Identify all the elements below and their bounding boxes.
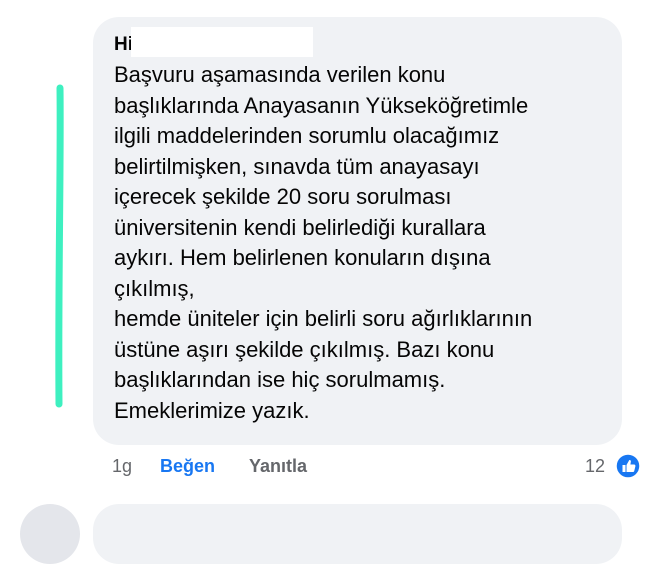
comment-bubble: Hi Başvuru aşamasında verilen konu başlı…	[93, 17, 622, 445]
next-comment-avatar[interactable]	[20, 504, 80, 564]
comment-line: Başvuru aşamasında verilen konu	[114, 62, 446, 87]
comment-line: başlıklarından ise hiç sorulmamış.	[114, 367, 446, 392]
thread-marker-line	[55, 84, 64, 408]
reply-button[interactable]: Yanıtla	[249, 454, 307, 478]
comment-line: belirtilmişken, sınavda tüm anayasayı	[114, 153, 480, 179]
like-button[interactable]: Beğen	[160, 454, 215, 478]
comment-line: içerecek şekilde 20 soru sorulması	[114, 184, 452, 209]
comment-line: üniversitenin kendi belirlediği kurallar…	[114, 214, 486, 240]
thumbs-up-icon	[615, 453, 641, 479]
comment-text: Başvuru aşamasında verilen konu başlıkla…	[114, 60, 614, 426]
redacted-name-block	[131, 27, 313, 57]
comment-line: başlıklarında Anayasanın Yükseköğretimle	[114, 92, 529, 118]
comment-line: üstüne aşırı şekilde çıkılmış. Bazı konu	[114, 336, 495, 362]
reaction-count: 12	[585, 456, 606, 476]
comment-line: çıkılmış,	[114, 275, 195, 301]
comment-line: aykırı. Hem belirlenen konuların dışına	[114, 245, 491, 270]
comment-line: Emeklerimize yazık.	[114, 397, 310, 423]
comment-timestamp[interactable]: 1g	[112, 454, 132, 478]
next-comment-bubble	[93, 504, 622, 564]
comment-line: hemde üniteler için belirli soru ağırlık…	[114, 306, 533, 331]
comment-line: ilgili maddelerinden sorumlu olacağımız	[114, 123, 500, 148]
